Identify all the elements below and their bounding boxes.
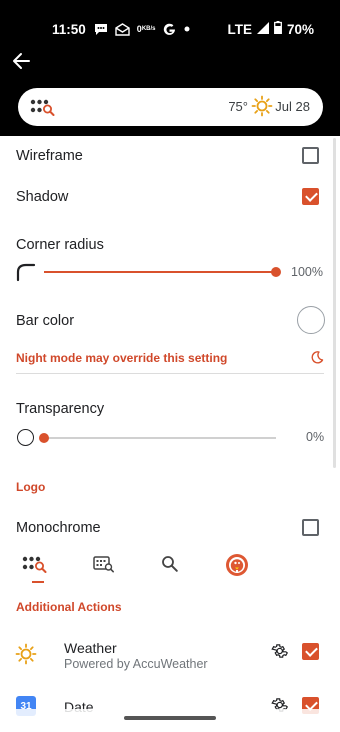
weather-subtitle: Powered by AccuWeather <box>64 657 208 671</box>
shadow-checkbox[interactable] <box>302 188 319 205</box>
scrollbar[interactable] <box>333 138 336 468</box>
transparency-slider-thumb[interactable] <box>39 433 49 443</box>
transparency-slider[interactable] <box>44 437 276 439</box>
gear-icon[interactable] <box>270 642 288 660</box>
search-widget-preview[interactable]: 75° Jul 28 <box>18 88 323 126</box>
weather-temperature: 75° <box>228 99 248 114</box>
corner-radius-icon <box>16 263 36 282</box>
mail-notification-icon <box>115 22 130 36</box>
transparency-icon <box>17 429 34 446</box>
search-icon <box>162 556 178 572</box>
logo-option-dots[interactable] <box>22 555 47 577</box>
transparency-label: Transparency <box>16 401 105 417</box>
bar-color-label: Bar color <box>16 313 75 329</box>
sun-icon <box>251 95 273 117</box>
back-arrow-icon <box>13 53 30 69</box>
duckduckgo-dots-logo-icon <box>22 556 47 573</box>
status-time: 11:50 <box>52 21 86 37</box>
night-mode-note: Night mode may override this setting <box>16 351 228 365</box>
gesture-nav-handle[interactable] <box>124 716 216 720</box>
weather-title: Weather <box>64 640 117 656</box>
battery-percent: 70% <box>286 21 314 37</box>
more-notifications-dot-icon <box>184 26 190 32</box>
status-bar: 11:50 0 KB/s LTE 70% <box>52 18 314 40</box>
duckduckgo-icon <box>226 554 248 576</box>
google-icon <box>162 22 177 37</box>
logo-section-header: Logo <box>16 480 46 494</box>
keyboard-search-icon <box>93 556 114 573</box>
shadow-label: Shadow <box>16 189 69 205</box>
network-speed-unit: KB/s <box>141 26 156 32</box>
signal-icon <box>256 21 269 37</box>
network-type: LTE <box>227 21 252 37</box>
divider <box>16 373 324 374</box>
wireframe-checkbox[interactable] <box>302 147 319 164</box>
battery-icon <box>274 21 282 37</box>
corner-radius-slider-fill <box>44 271 276 273</box>
logo-option-keyboard[interactable] <box>93 555 117 577</box>
sun-icon <box>15 643 37 665</box>
bar-color-swatch[interactable] <box>297 306 325 334</box>
chat-notification-icon <box>94 23 108 36</box>
widget-date: Jul 28 <box>275 99 310 114</box>
weather-checkbox[interactable] <box>302 643 319 660</box>
logo-option-search[interactable] <box>161 555 185 577</box>
corner-radius-label: Corner radius <box>16 237 104 253</box>
corner-radius-slider-thumb[interactable] <box>271 267 281 277</box>
monochrome-checkbox[interactable] <box>302 519 319 536</box>
transparency-value: 0% <box>306 430 325 444</box>
navigation-bar <box>0 709 340 732</box>
logo-option-duckduckgo[interactable] <box>225 553 249 576</box>
duckduckgo-dots-logo-icon <box>30 99 55 116</box>
wireframe-label: Wireframe <box>16 148 83 164</box>
monochrome-label: Monochrome <box>16 520 101 536</box>
app-header: 11:50 0 KB/s LTE 70% 75° Jul 28 <box>0 0 340 136</box>
moon-icon <box>311 351 324 364</box>
network-speed-indicator: 0 KB/s <box>137 24 156 34</box>
back-button[interactable] <box>10 50 32 72</box>
corner-radius-value: 100% <box>291 265 323 279</box>
selected-tab-indicator <box>32 581 44 583</box>
additional-actions-header: Additional Actions <box>16 600 122 614</box>
